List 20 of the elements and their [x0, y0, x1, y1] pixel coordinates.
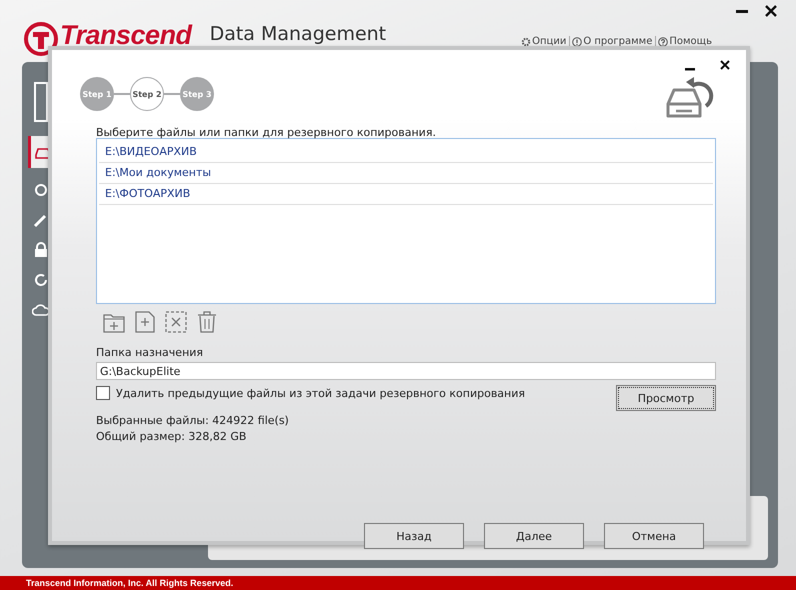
step-indicator: Step 2: [130, 77, 164, 111]
copyright-text: Transcend Information, Inc. All Rights Reserved.: [26, 578, 234, 588]
step-indicator: Step 1: [80, 77, 114, 111]
source-item[interactable]: E:\ВИДЕОАРХИВ: [99, 142, 713, 163]
step-indicator: Step 3: [180, 77, 214, 111]
total-size-text: Общий размер: 328,82 GB: [96, 429, 248, 445]
dialog-button[interactable]: Отмена: [604, 523, 704, 549]
instruction-text: Выберите файлы или папки для резервного копирования.: [96, 126, 437, 140]
app-title: Data Management: [210, 23, 386, 45]
source-item[interactable]: E:\ФОТОАРХИВ: [99, 184, 713, 205]
browse-button[interactable]: Просмотр: [616, 385, 716, 411]
dialog-button[interactable]: Далее: [484, 523, 584, 549]
dialog-button[interactable]: Назад: [364, 523, 464, 549]
selected-files-text: Выбранные файлы: 424922 file(s): [96, 413, 290, 429]
destination-field[interactable]: G:\BackupElite: [96, 362, 716, 380]
checkbox-label: Удалить предыдущие файлы из этой задачи резервного копирования: [116, 386, 526, 400]
brand-name: Transcend: [60, 20, 192, 51]
field-label: Папка назначения: [96, 346, 204, 361]
menu-link[interactable]: Опции: [519, 36, 566, 47]
source-item[interactable]: E:\Мои документы: [99, 163, 713, 184]
